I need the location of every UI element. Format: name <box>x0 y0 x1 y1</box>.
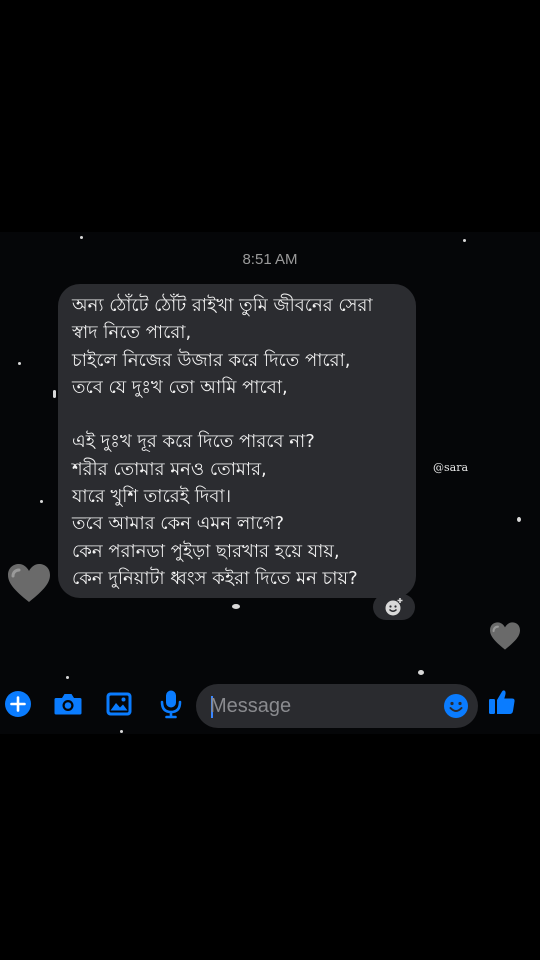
microphone-icon <box>160 690 182 719</box>
gallery-icon <box>106 692 132 716</box>
message-input[interactable]: Message <box>196 684 478 728</box>
message-line: যারে খুশি তারেই দিবা। <box>72 486 232 508</box>
sparkle-decoration <box>418 670 424 675</box>
emoji-icon[interactable] <box>443 693 469 719</box>
message-composer: Message <box>0 680 540 734</box>
voice-message-button[interactable] <box>155 688 187 720</box>
sparkle-decoration <box>463 239 466 242</box>
heart-icon <box>8 564 50 602</box>
message-line: এই দুঃখ দূর করে দিতে পারবে না? <box>72 431 315 453</box>
sparkle-decoration <box>232 604 240 609</box>
message-line: শরীর তোমার মনও তোমার, <box>72 458 267 480</box>
message-line: কেন দুনিয়াটা ধ্বংস কইরা দিতে মন চায়? <box>72 567 358 589</box>
message-line <box>72 401 406 428</box>
message-bubble[interactable]: অন্য ঠোঁটে ঠোঁট রাইখা তুমি জীবনের সেরা স… <box>58 284 416 598</box>
screen: 8:51 AM অন্য ঠোঁটে ঠোঁট রাইখা তুমি জীবনে… <box>0 0 540 960</box>
sparkle-decoration <box>53 390 56 398</box>
sparkle-decoration <box>517 517 521 522</box>
gallery-button[interactable] <box>103 688 135 720</box>
camera-icon <box>54 694 82 715</box>
message-line: তবে যে দুঃখ তো আমি পাবো, <box>72 376 288 398</box>
message-timestamp: 8:51 AM <box>242 251 298 268</box>
more-actions-button[interactable] <box>2 688 34 720</box>
message-line: স্বাদ নিতে পারো, <box>72 322 192 344</box>
sparkle-decoration <box>18 362 21 365</box>
sparkle-decoration <box>66 676 69 679</box>
sparkle-decoration <box>80 236 83 239</box>
sparkle-decoration <box>40 500 43 503</box>
plus-icon <box>5 691 31 717</box>
thumbs-up-icon <box>489 690 515 714</box>
message-line: তবে আমার কেন এমন লাগে? <box>72 513 285 535</box>
like-button[interactable] <box>486 686 518 718</box>
message-placeholder: Message <box>210 695 292 717</box>
message-line: চাইলে নিজের উজার করে দিতে পারো, <box>72 349 351 371</box>
add-reaction-button[interactable] <box>373 594 415 620</box>
camera-button[interactable] <box>52 688 84 720</box>
heart-icon <box>490 622 520 650</box>
watermark-text: @sara <box>433 461 469 474</box>
message-line: কেন পরানডা পুইড়া ছারখার হয়ে যায়, <box>72 540 340 562</box>
message-line: অন্য ঠোঁটে ঠোঁট রাইখা তুমি জীবনের সেরা <box>72 295 373 316</box>
add-reaction-icon <box>385 598 403 616</box>
